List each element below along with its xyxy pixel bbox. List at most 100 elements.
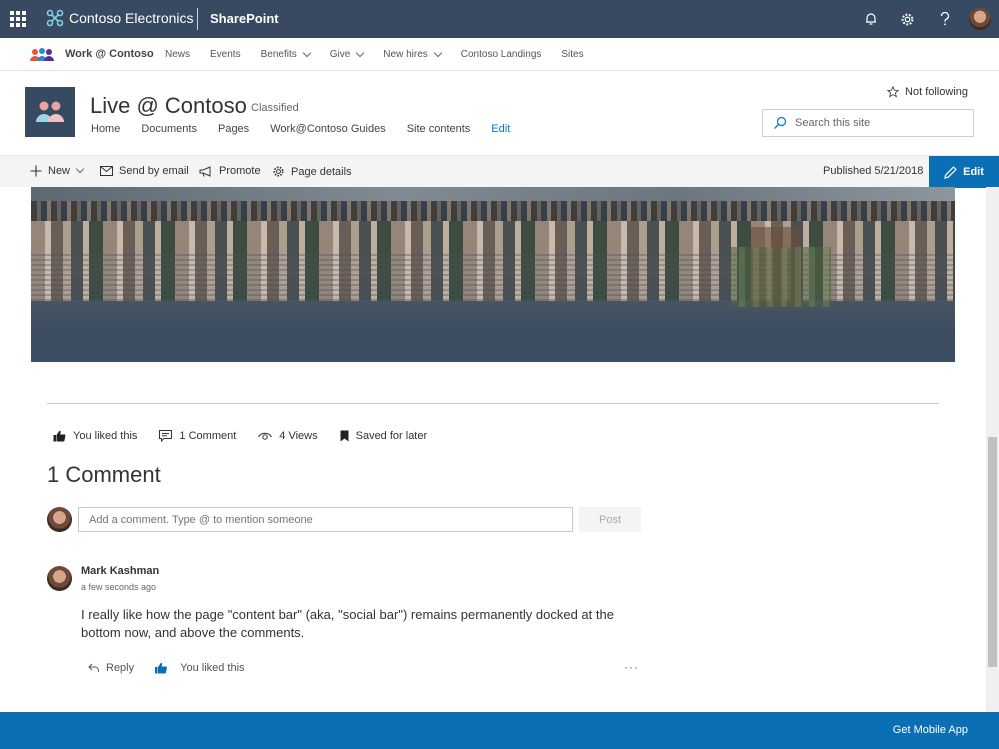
hub-link-label: News bbox=[165, 49, 191, 60]
app-name[interactable]: SharePoint bbox=[210, 11, 279, 26]
hub-link-benefits[interactable]: Benefits bbox=[260, 48, 311, 60]
footer: Get Mobile App bbox=[0, 712, 999, 749]
content-divider bbox=[47, 403, 939, 404]
site-nav-site-contents[interactable]: Site contents bbox=[407, 123, 471, 135]
page-details-button[interactable]: Page details bbox=[272, 165, 352, 178]
reply-icon bbox=[88, 663, 99, 673]
promote-button[interactable]: Promote bbox=[199, 165, 261, 177]
follow-button[interactable]: Not following bbox=[887, 86, 968, 98]
reply-label: Reply bbox=[106, 662, 135, 674]
site-title[interactable]: Live @ Contoso bbox=[90, 93, 247, 119]
send-email-button[interactable]: Send by email bbox=[100, 165, 189, 177]
follow-label: Not following bbox=[905, 86, 968, 98]
gear-icon bbox=[273, 166, 284, 177]
comments-heading: 1 Comment bbox=[47, 462, 161, 487]
help-icon[interactable] bbox=[926, 0, 963, 38]
plus-icon bbox=[30, 165, 42, 177]
search-input[interactable]: Search this site bbox=[795, 117, 870, 129]
chevron-down-icon bbox=[356, 48, 365, 57]
social-bar: You liked this 1 Comment 4 Views Saved f… bbox=[53, 430, 449, 442]
views-count: 4 Views bbox=[258, 430, 318, 442]
command-bar: New Send by email Promote Page details P… bbox=[0, 155, 999, 188]
hub-title[interactable]: Work @ Contoso bbox=[65, 48, 154, 60]
page-scrollbar[interactable] bbox=[986, 187, 999, 712]
thumbs-up-icon bbox=[53, 430, 66, 442]
bookmark-icon bbox=[340, 430, 349, 442]
star-icon bbox=[887, 86, 900, 98]
thumbs-up-icon bbox=[155, 662, 168, 674]
site-nav-home[interactable]: Home bbox=[91, 123, 120, 135]
new-button[interactable]: New bbox=[30, 164, 85, 177]
comment-timestamp: a few seconds ago bbox=[81, 582, 157, 592]
chevron-down-icon bbox=[302, 48, 311, 57]
site-nav-guides[interactable]: Work@Contoso Guides bbox=[270, 123, 386, 135]
suite-divider bbox=[197, 8, 198, 30]
published-date: Published 5/21/2018 bbox=[823, 165, 924, 177]
mail-icon bbox=[100, 166, 113, 176]
reply-button[interactable]: Reply bbox=[88, 662, 134, 674]
comment-like-button[interactable]: You liked this bbox=[154, 662, 245, 674]
hub-link-label: Events bbox=[210, 49, 241, 60]
hub-links: News Events Benefits Give New hires Cont… bbox=[165, 48, 604, 60]
edit-button[interactable]: Edit bbox=[929, 156, 999, 188]
pencil-icon bbox=[944, 165, 957, 179]
scrollbar-thumb[interactable] bbox=[988, 437, 997, 667]
like-label: You liked this bbox=[73, 430, 138, 442]
hub-link-sites[interactable]: Sites bbox=[561, 49, 583, 60]
chevron-down-icon bbox=[433, 48, 443, 57]
megaphone-icon bbox=[199, 165, 211, 177]
comment-liked-label: You liked this bbox=[180, 662, 245, 674]
comment-icon bbox=[159, 430, 173, 442]
get-mobile-app-link[interactable]: Get Mobile App bbox=[893, 724, 968, 736]
site-header: Live @ Contoso Classified Home Documents… bbox=[0, 71, 999, 155]
hub-link-contoso-landings[interactable]: Contoso Landings bbox=[461, 49, 542, 60]
site-classification: Classified bbox=[251, 102, 299, 114]
more-icon[interactable]: ··· bbox=[624, 660, 639, 674]
brand-name[interactable]: Contoso Electronics bbox=[69, 10, 194, 26]
send-email-label: Send by email bbox=[119, 165, 189, 177]
hub-link-new-hires[interactable]: New hires bbox=[383, 48, 443, 60]
site-search[interactable]: Search this site bbox=[762, 109, 974, 137]
site-nav: Home Documents Pages Work@Contoso Guides… bbox=[91, 123, 531, 135]
suite-icons bbox=[852, 0, 999, 38]
user-avatar[interactable] bbox=[969, 8, 991, 30]
hub-link-label: Benefits bbox=[260, 49, 297, 60]
comment-author[interactable]: Mark Kashman bbox=[81, 565, 159, 577]
hub-link-events[interactable]: Events bbox=[210, 49, 241, 60]
brand[interactable]: Contoso Electronics bbox=[46, 9, 194, 27]
page-details-label: Page details bbox=[291, 165, 352, 178]
hub-link-give[interactable]: Give bbox=[329, 48, 365, 60]
hero-image bbox=[31, 187, 955, 362]
hub-link-label: Contoso Landings bbox=[460, 49, 542, 60]
hub-logo-icon bbox=[30, 48, 54, 61]
comment-author-avatar[interactable] bbox=[47, 566, 72, 591]
new-label: New bbox=[48, 165, 71, 177]
comment-text: I really like how the page "content bar"… bbox=[81, 607, 614, 640]
views-label: 4 Views bbox=[279, 430, 318, 442]
hub-link-label: Sites bbox=[561, 49, 584, 60]
save-for-later-button[interactable]: Saved for later bbox=[340, 430, 428, 442]
search-icon bbox=[774, 116, 787, 129]
site-nav-pages[interactable]: Pages bbox=[218, 123, 249, 135]
edit-label: Edit bbox=[963, 166, 984, 178]
comment-count-label: 1 Comment bbox=[179, 430, 237, 442]
settings-icon[interactable] bbox=[889, 0, 926, 38]
site-logo[interactable] bbox=[25, 87, 75, 137]
comment-actions: Reply You liked this bbox=[88, 662, 265, 674]
site-nav-edit[interactable]: Edit bbox=[491, 123, 510, 135]
comment-count[interactable]: 1 Comment bbox=[159, 430, 236, 442]
hub-link-news[interactable]: News bbox=[165, 49, 190, 60]
like-button[interactable]: You liked this bbox=[53, 430, 137, 442]
waffle-icon[interactable] bbox=[10, 11, 26, 27]
saved-label: Saved for later bbox=[355, 430, 428, 442]
hub-nav: Work @ Contoso News Events Benefits Give… bbox=[0, 38, 999, 71]
suite-bar: Contoso Electronics SharePoint bbox=[0, 0, 999, 38]
site-nav-documents[interactable]: Documents bbox=[141, 123, 197, 135]
hub-link-label: Give bbox=[329, 49, 351, 60]
brand-logo-icon bbox=[46, 9, 64, 27]
hub-link-label: New hires bbox=[383, 49, 428, 60]
comment-input[interactable] bbox=[78, 507, 573, 532]
people-icon bbox=[36, 101, 64, 122]
post-button[interactable]: Post bbox=[579, 507, 641, 532]
notifications-icon[interactable] bbox=[852, 0, 889, 38]
